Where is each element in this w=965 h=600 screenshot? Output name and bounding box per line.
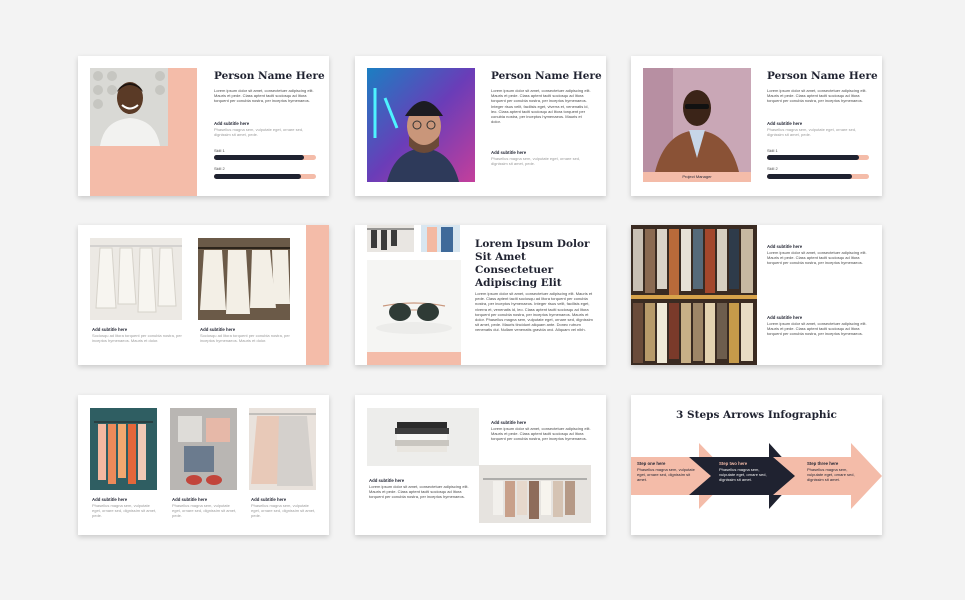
person-name: Person Name Here [214, 70, 325, 82]
outfit-flatlay-photo [170, 408, 237, 490]
step-two-title: Step two here [719, 461, 748, 466]
skill-1-label: Skill 1 [767, 148, 778, 153]
clothing-rack-photo [198, 238, 290, 320]
clothing-rack-photo [90, 238, 182, 320]
subtitle: Add subtitle here [92, 497, 128, 502]
hanging-clothes-photo [479, 465, 591, 523]
skill-1-label: Skill 1 [214, 148, 225, 153]
clothing-rack-photo [90, 408, 157, 490]
slide-feature-text[interactable]: Lorem Ipsum Dolor Sit Amet Consectetuer … [355, 225, 606, 365]
skill-2-bar [767, 174, 852, 179]
subtitle: Add subtitle here [251, 497, 287, 502]
person-photo [643, 68, 751, 172]
slide-image-list[interactable]: Add subtitle here Lorem ipsum dolor sit … [631, 225, 882, 365]
subtitle: Add subtitle here [200, 327, 236, 332]
person-name: Person Name Here [767, 70, 878, 82]
person-photo [367, 68, 475, 182]
subtitle-text: Sociosqu ad litora torquent per conubia … [92, 333, 182, 344]
body-text: Lorem ipsum dolor sit amet, consectetuer… [491, 88, 591, 125]
subtitle: Add subtitle here [172, 497, 208, 502]
subtitle-text: Phasellus magna sem, vulputate eget, orn… [92, 503, 157, 519]
slide-person-profile-3[interactable]: Project Manager Person Name Here Lorem i… [631, 56, 882, 196]
subtitle-text: Phasellus magna sem, vulputate eget, orn… [251, 503, 316, 519]
step-three-text: Phasellus magna sem, vulputate eget, orn… [807, 467, 855, 483]
step-one-text: Phasellus magna sem, vulputate eget, orn… [637, 467, 695, 483]
subtitle: Add subtitle here [369, 478, 405, 483]
clothing-store-photo [631, 225, 757, 365]
slide-title: 3 Steps Arrows Infographic [676, 409, 837, 421]
rack-thumbnail [367, 225, 414, 252]
subtitle: Add subtitle here [767, 244, 803, 249]
subtitle-text: Lorem ipsum dolor sit amet, consectetuer… [767, 321, 867, 337]
sunglasses-photo [367, 260, 461, 352]
accent-bar [367, 352, 461, 365]
skill-1-bar [214, 155, 304, 160]
knitwear-photo [249, 408, 316, 490]
body-text: Lorem ipsum dolor sit amet, consectetuer… [475, 291, 593, 333]
subtitle-text: Lorem ipsum dolor sit amet, consectetuer… [369, 484, 469, 500]
subtitle: Add subtitle here [214, 121, 250, 126]
subtitle-text: Lorem ipsum dolor sit amet, consectetuer… [491, 426, 591, 442]
subtitle: Add subtitle here [767, 315, 803, 320]
person-photo [90, 68, 168, 146]
slide-title: Lorem Ipsum Dolor Sit Amet Consectetuer … [475, 238, 590, 289]
slide-person-profile-1[interactable]: Person Name Here Lorem ipsum dolor sit a… [78, 56, 329, 196]
step-one-title: Step one here [637, 461, 666, 466]
slide-person-profile-2[interactable]: Person Name Here Lorem ipsum dolor sit a… [355, 56, 606, 196]
skill-2-label: Skill 2 [767, 166, 778, 171]
skill-1-bar [767, 155, 859, 160]
subtitle-text: Lorem ipsum dolor sit amet, consectetuer… [767, 250, 867, 266]
subtitle-text: Phasellus magna sem, vulputate eget, orn… [767, 127, 857, 138]
folded-clothes-photo [367, 408, 479, 466]
subtitle: Add subtitle here [491, 150, 527, 155]
photo-caption: Project Manager [682, 174, 712, 179]
step-three-title: Step three here [807, 461, 839, 466]
subtitle: Add subtitle here [767, 121, 803, 126]
body-text: Lorem ipsum dolor sit amet, consectetuer… [767, 88, 867, 104]
slide-image-text-grid[interactable]: Add subtitle here Lorem ipsum dolor sit … [355, 395, 606, 535]
clothes-thumbnail [421, 225, 460, 252]
slide-steps-infographic[interactable]: 3 Steps Arrows Infographic Step one here… [631, 395, 882, 535]
skill-2-label: Skill 2 [214, 166, 225, 171]
subtitle-text: Sociosqu ad litora torquent per conubia … [200, 333, 290, 344]
slide-two-images[interactable]: Add subtitle here Sociosqu ad litora tor… [78, 225, 329, 365]
subtitle-text: Phasellus magna sem, vulputate eget, orn… [491, 156, 581, 167]
slide-three-images[interactable]: Add subtitle here Phasellus magna sem, v… [78, 395, 329, 535]
subtitle: Add subtitle here [92, 327, 128, 332]
accent-strip [306, 225, 329, 365]
person-name: Person Name Here [491, 70, 602, 82]
skill-2-bar [214, 174, 301, 179]
body-text: Lorem ipsum dolor sit amet, consectetuer… [214, 88, 314, 104]
subtitle-text: Phasellus magna sem, vulputate eget, orn… [214, 127, 304, 138]
subtitle-text: Phasellus magna sem, vulputate eget, orn… [172, 503, 237, 519]
step-two-text: Phasellus magna sem, vulputate eget, orn… [719, 467, 767, 483]
subtitle: Add subtitle here [491, 420, 527, 425]
